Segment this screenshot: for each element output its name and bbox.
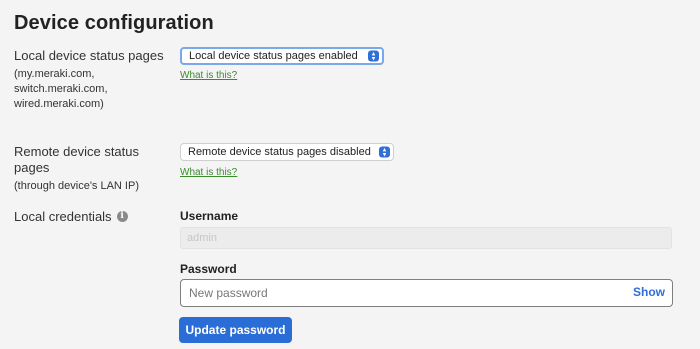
remote-status-label-group: Remote device status pages (through devi… xyxy=(14,144,164,194)
page-title: Device configuration xyxy=(14,12,214,34)
username-field: admin xyxy=(180,227,672,249)
remote-status-select[interactable]: Remote device status pages disabled ▴ ▾ xyxy=(180,143,394,161)
local-status-label: Local device status pages xyxy=(14,48,164,63)
username-value: admin xyxy=(187,232,217,244)
remote-status-sublabel: (through device's LAN IP) xyxy=(14,180,139,192)
password-field-container: Show xyxy=(180,279,673,307)
local-status-select[interactable]: Local device status pages enabled ▴ ▾ xyxy=(180,47,384,65)
select-arrows-icon: ▴ ▾ xyxy=(379,146,390,158)
local-credentials-label-group: Local credentials i xyxy=(14,209,128,225)
local-status-select-value: Local device status pages enabled xyxy=(189,50,358,62)
local-status-help-link[interactable]: What is this? xyxy=(180,70,237,81)
remote-status-select-value: Remote device status pages disabled xyxy=(188,146,371,158)
password-input[interactable] xyxy=(189,280,589,306)
select-arrows-icon: ▴ ▾ xyxy=(368,50,379,62)
username-label: Username xyxy=(180,209,239,223)
remote-status-help-link[interactable]: What is this? xyxy=(180,167,237,178)
local-status-label-group: Local device status pages (my.meraki.com… xyxy=(14,48,164,112)
show-password-button[interactable]: Show xyxy=(633,285,665,299)
info-icon[interactable]: i xyxy=(116,211,128,223)
remote-status-label: Remote device status pages xyxy=(14,144,140,175)
local-status-sublabel: (my.meraki.com, switch.meraki.com, wired… xyxy=(14,68,108,110)
password-label: Password xyxy=(180,262,237,276)
local-credentials-label: Local credentials xyxy=(14,209,112,224)
update-password-button[interactable]: Update password xyxy=(179,317,292,343)
